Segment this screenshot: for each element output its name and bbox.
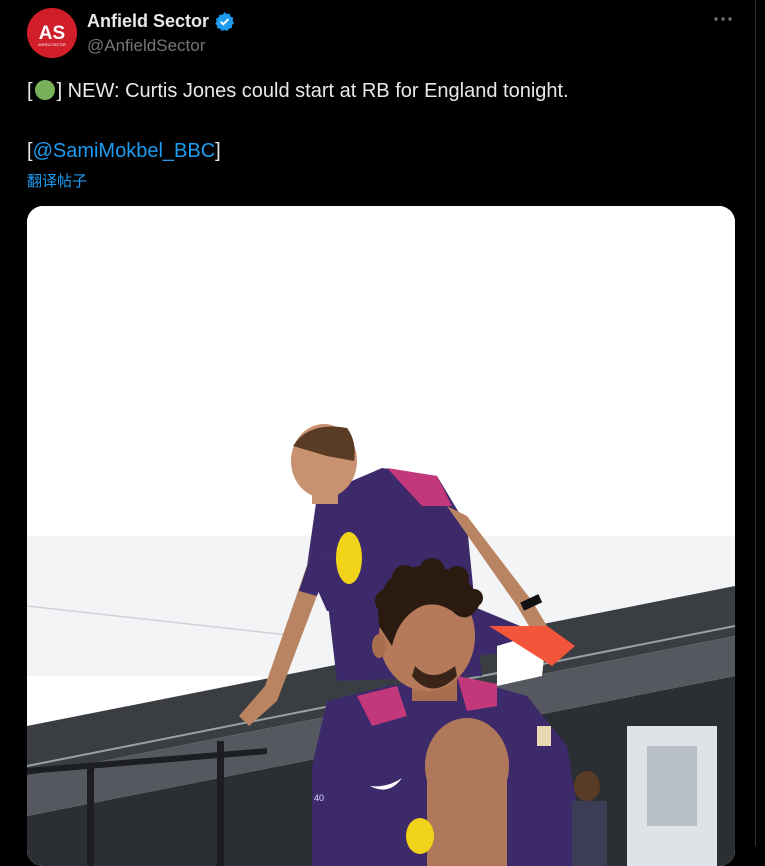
- source-line: [@SamiMokbel_BBC]: [27, 138, 221, 164]
- photo-england-players: 40: [27, 206, 735, 866]
- more-dots-icon[interactable]: [712, 8, 734, 30]
- avatar-initials: AS: [39, 23, 65, 44]
- tweet-photo[interactable]: 40: [27, 206, 735, 866]
- tweet-text: [ ] NEW: Curtis Jones could start at RB f…: [27, 78, 569, 104]
- name-row: Anfield Sector: [87, 10, 235, 32]
- display-name[interactable]: Anfield Sector: [87, 11, 209, 32]
- text-bracket-open: [: [27, 80, 33, 102]
- avatar-subtext: ANFIELD SECTOR: [38, 43, 66, 47]
- mention-link[interactable]: @SamiMokbel_BBC: [33, 140, 216, 162]
- handle[interactable]: @AnfieldSector: [87, 36, 205, 56]
- green-circle-emoji-icon: [34, 80, 55, 100]
- verified-badge-icon[interactable]: [214, 11, 235, 32]
- translate-post-link[interactable]: 翻译帖子: [27, 170, 87, 191]
- tweet-card[interactable]: AS ANFIELD SECTOR Anfield Sector @Anfiel…: [0, 0, 765, 866]
- timeline-border: [755, 0, 756, 846]
- text-main: ] NEW: Curtis Jones could start at RB fo…: [56, 80, 569, 102]
- avatar-logo: AS ANFIELD SECTOR: [27, 8, 77, 58]
- sleeve-number: 40: [314, 793, 324, 803]
- source-bracket-close: ]: [215, 140, 221, 162]
- avatar[interactable]: AS ANFIELD SECTOR: [27, 8, 77, 58]
